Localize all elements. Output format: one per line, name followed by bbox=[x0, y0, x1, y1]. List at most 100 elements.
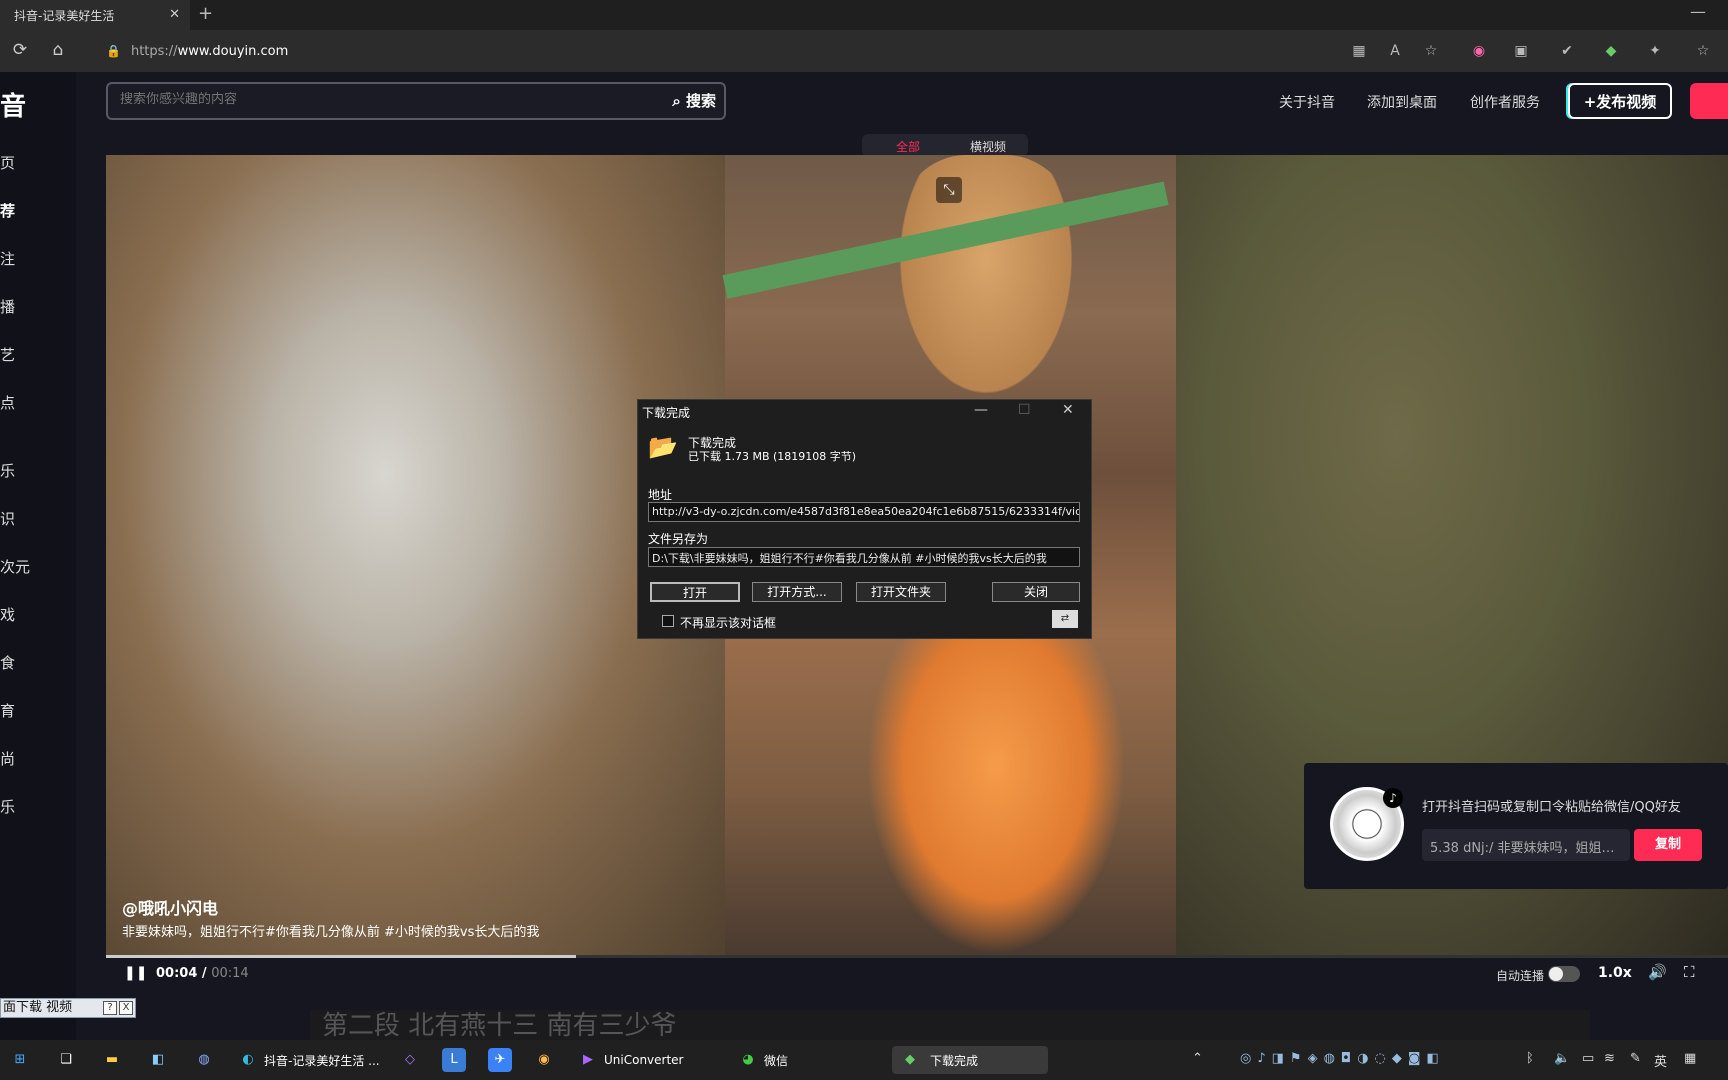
feishu-icon[interactable]: ✈ bbox=[488, 1046, 512, 1074]
ime-mode-icon[interactable]: ▦ bbox=[1684, 1051, 1696, 1066]
task-view-icon[interactable]: ❏ bbox=[54, 1046, 78, 1074]
video-figure-duck bbox=[886, 155, 1086, 415]
taskbar-item-wechat[interactable]: ◕ 微信 bbox=[736, 1046, 866, 1074]
browser-tab[interactable]: 抖音-记录美好生活 ✕ bbox=[0, 0, 190, 30]
address-bar-row: ⟳ ⌂ 🔒 https://www.douyin.com ▦ A ☆ ◉ ▣ ✔… bbox=[0, 30, 1728, 72]
visual-studio-icon[interactable]: ◇ bbox=[398, 1046, 422, 1074]
search-button[interactable]: ⌕ 搜索 bbox=[672, 90, 716, 111]
favorite-star-icon[interactable]: ☆ bbox=[1420, 40, 1442, 62]
sidebar-item[interactable]: 尚 bbox=[0, 748, 15, 769]
tab-all[interactable]: 全部 bbox=[896, 138, 920, 155]
progress-bar[interactable] bbox=[106, 955, 1728, 958]
dialog-title: 下载完成 bbox=[642, 406, 691, 420]
login-button[interactable] bbox=[1690, 83, 1728, 119]
tiktok-icon: ♪ bbox=[1383, 788, 1403, 808]
dialog-close-icon[interactable]: ✕ bbox=[1062, 402, 1074, 418]
idm-logo-icon[interactable]: ⇄ bbox=[1052, 610, 1078, 628]
sidebar-item[interactable]: 识 bbox=[0, 508, 15, 529]
bluetooth-icon[interactable]: ᛒ bbox=[1526, 1051, 1534, 1066]
shrink-icon[interactable]: ⤡ bbox=[936, 177, 962, 203]
tray-icons[interactable]: ◎♪◨⚑◈◍◘◑◌◆◙◧ bbox=[1240, 1051, 1480, 1066]
pen-icon[interactable]: ✎ bbox=[1630, 1051, 1641, 1066]
sidebar-item[interactable]: 点 bbox=[0, 392, 15, 413]
start-windows-icon[interactable]: ⊞ bbox=[8, 1046, 32, 1074]
creator-services-link[interactable]: 创作者服务 bbox=[1470, 92, 1540, 112]
extension-face-icon[interactable]: ▣ bbox=[1510, 40, 1532, 62]
volume-icon[interactable]: 🔊 bbox=[1648, 963, 1667, 981]
sidebar-item[interactable]: 乐 bbox=[0, 460, 15, 481]
dialog-minimize-button[interactable]: — bbox=[974, 402, 988, 418]
playback-speed[interactable]: 1.0x bbox=[1598, 965, 1632, 981]
download-icon: ◆ bbox=[905, 1052, 915, 1067]
address-field[interactable]: http://v3-dy-o.zjcdn.com/e4587d3f81e8ea5… bbox=[648, 502, 1080, 522]
sidebar-item[interactable]: 次元 bbox=[0, 556, 30, 577]
filter-tabs: 全部 横视频 bbox=[862, 134, 1028, 156]
store-icon[interactable]: ◧ bbox=[146, 1046, 170, 1074]
dont-show-label: 不再显示该对话框 bbox=[680, 616, 777, 630]
sidebar-item[interactable]: 食 bbox=[0, 652, 15, 673]
sidebar-item[interactable]: 乐 bbox=[0, 796, 15, 817]
taskbar-item-label: UniConverter bbox=[604, 1053, 684, 1067]
apps-icon[interactable]: ▦ bbox=[1348, 40, 1370, 62]
extension-leaf-icon[interactable]: ◆ bbox=[1600, 40, 1622, 62]
sidebar-item[interactable]: 艺 bbox=[0, 344, 15, 365]
add-to-desktop-link[interactable]: 添加到桌面 bbox=[1367, 92, 1437, 112]
douyin-logo[interactable]: 音 bbox=[0, 86, 26, 123]
sidebar-item[interactable]: 注 bbox=[0, 248, 15, 269]
dialog-maximize-button[interactable]: ☐ bbox=[1018, 402, 1031, 418]
dont-show-checkbox[interactable] bbox=[662, 615, 674, 627]
sidebar-item[interactable]: 播 bbox=[0, 296, 15, 317]
new-tab-button[interactable]: + bbox=[198, 3, 213, 24]
tab-close-icon[interactable]: ✕ bbox=[169, 7, 180, 22]
pause-icon[interactable]: ❚❚ bbox=[124, 965, 147, 981]
color-app-icon[interactable]: ◉ bbox=[532, 1046, 556, 1074]
tab-horizontal[interactable]: 横视频 bbox=[970, 138, 1006, 155]
sidebar-item[interactable]: 育 bbox=[0, 700, 15, 721]
wechat-icon: ◕ bbox=[742, 1052, 754, 1067]
taskbar-item-uniconverter[interactable]: ▶ UniConverter bbox=[576, 1046, 716, 1074]
sidebar-item[interactable]: 页 bbox=[0, 152, 15, 173]
favorites-bar-icon[interactable]: ☆ bbox=[1692, 40, 1714, 62]
extensions-puzzle-icon[interactable]: ✦ bbox=[1644, 40, 1666, 62]
tray-overflow-icon[interactable]: ⌃ bbox=[1192, 1051, 1203, 1066]
share-code-field[interactable]: 5.38 dNj:/ 非要妹妹吗，姐姐… bbox=[1422, 829, 1630, 861]
search-icon: ⌕ bbox=[672, 92, 686, 110]
open-with-button[interactable]: 打开方式... bbox=[752, 582, 842, 602]
extension-check-icon[interactable]: ✔ bbox=[1556, 40, 1578, 62]
open-folder-button[interactable]: 打开文件夹 bbox=[856, 582, 946, 602]
progress-fill bbox=[106, 955, 577, 958]
autoplay-toggle[interactable] bbox=[1548, 966, 1580, 982]
refresh-icon[interactable]: ⟳ bbox=[8, 38, 32, 62]
file-explorer-icon[interactable]: ▬ bbox=[100, 1046, 124, 1074]
taskbar-item-browser[interactable]: ◐ 抖音-记录美好生活 ... bbox=[236, 1046, 386, 1074]
ime-toolbar[interactable]: 面下载 视频 ? X bbox=[0, 998, 136, 1018]
taskbar-item-download[interactable]: ◆ 下载完成 bbox=[892, 1046, 1048, 1074]
tab-title: 抖音-记录美好生活 bbox=[14, 8, 115, 23]
close-button[interactable]: 关闭 bbox=[992, 582, 1080, 602]
url-field[interactable]: 🔒 https://www.douyin.com bbox=[106, 37, 1356, 65]
read-aloud-icon[interactable]: A bbox=[1384, 40, 1406, 62]
speaker-icon[interactable]: 🔈 bbox=[1554, 1051, 1570, 1066]
about-douyin-link[interactable]: 关于抖音 bbox=[1279, 92, 1335, 112]
window-minimize-button[interactable]: — bbox=[1690, 2, 1706, 21]
ime-close-icon[interactable]: X bbox=[119, 1001, 133, 1015]
fullscreen-icon[interactable]: ⛶ bbox=[1684, 963, 1695, 981]
ime-help-icon[interactable]: ? bbox=[103, 1001, 117, 1015]
qr-code: ♪ bbox=[1330, 787, 1404, 861]
display-icon[interactable]: ▭ bbox=[1582, 1051, 1594, 1066]
sidebar-item[interactable]: 戏 bbox=[0, 604, 15, 625]
open-button[interactable]: 打开 bbox=[650, 582, 740, 602]
search-input[interactable] bbox=[120, 92, 620, 107]
copy-button[interactable]: 复制 bbox=[1634, 829, 1702, 861]
video-author[interactable]: @哦吼小闪电 bbox=[122, 895, 218, 919]
saveas-field[interactable]: D:\下载\非要妹妹吗，姐姐行不行#你看我几分像从前 #小时候的我vs长大后的我 bbox=[648, 547, 1080, 567]
home-icon[interactable]: ⌂ bbox=[46, 38, 70, 62]
extension-cat-icon[interactable]: ◉ bbox=[1468, 40, 1490, 62]
network-app-icon[interactable]: ◍ bbox=[192, 1046, 216, 1074]
l-app-icon[interactable]: L bbox=[442, 1046, 466, 1074]
download-complete-dialog: 下载完成 — ☐ ✕ 📂 下载完成 已下载 1.73 MB (1819108 字… bbox=[637, 399, 1092, 639]
publish-video-button[interactable]: +发布视频 bbox=[1568, 83, 1672, 119]
wifi-icon[interactable]: ≋ bbox=[1604, 1051, 1615, 1066]
ime-language[interactable]: 英 bbox=[1654, 1051, 1667, 1070]
sidebar-item-selected[interactable]: 荐 bbox=[0, 200, 15, 221]
